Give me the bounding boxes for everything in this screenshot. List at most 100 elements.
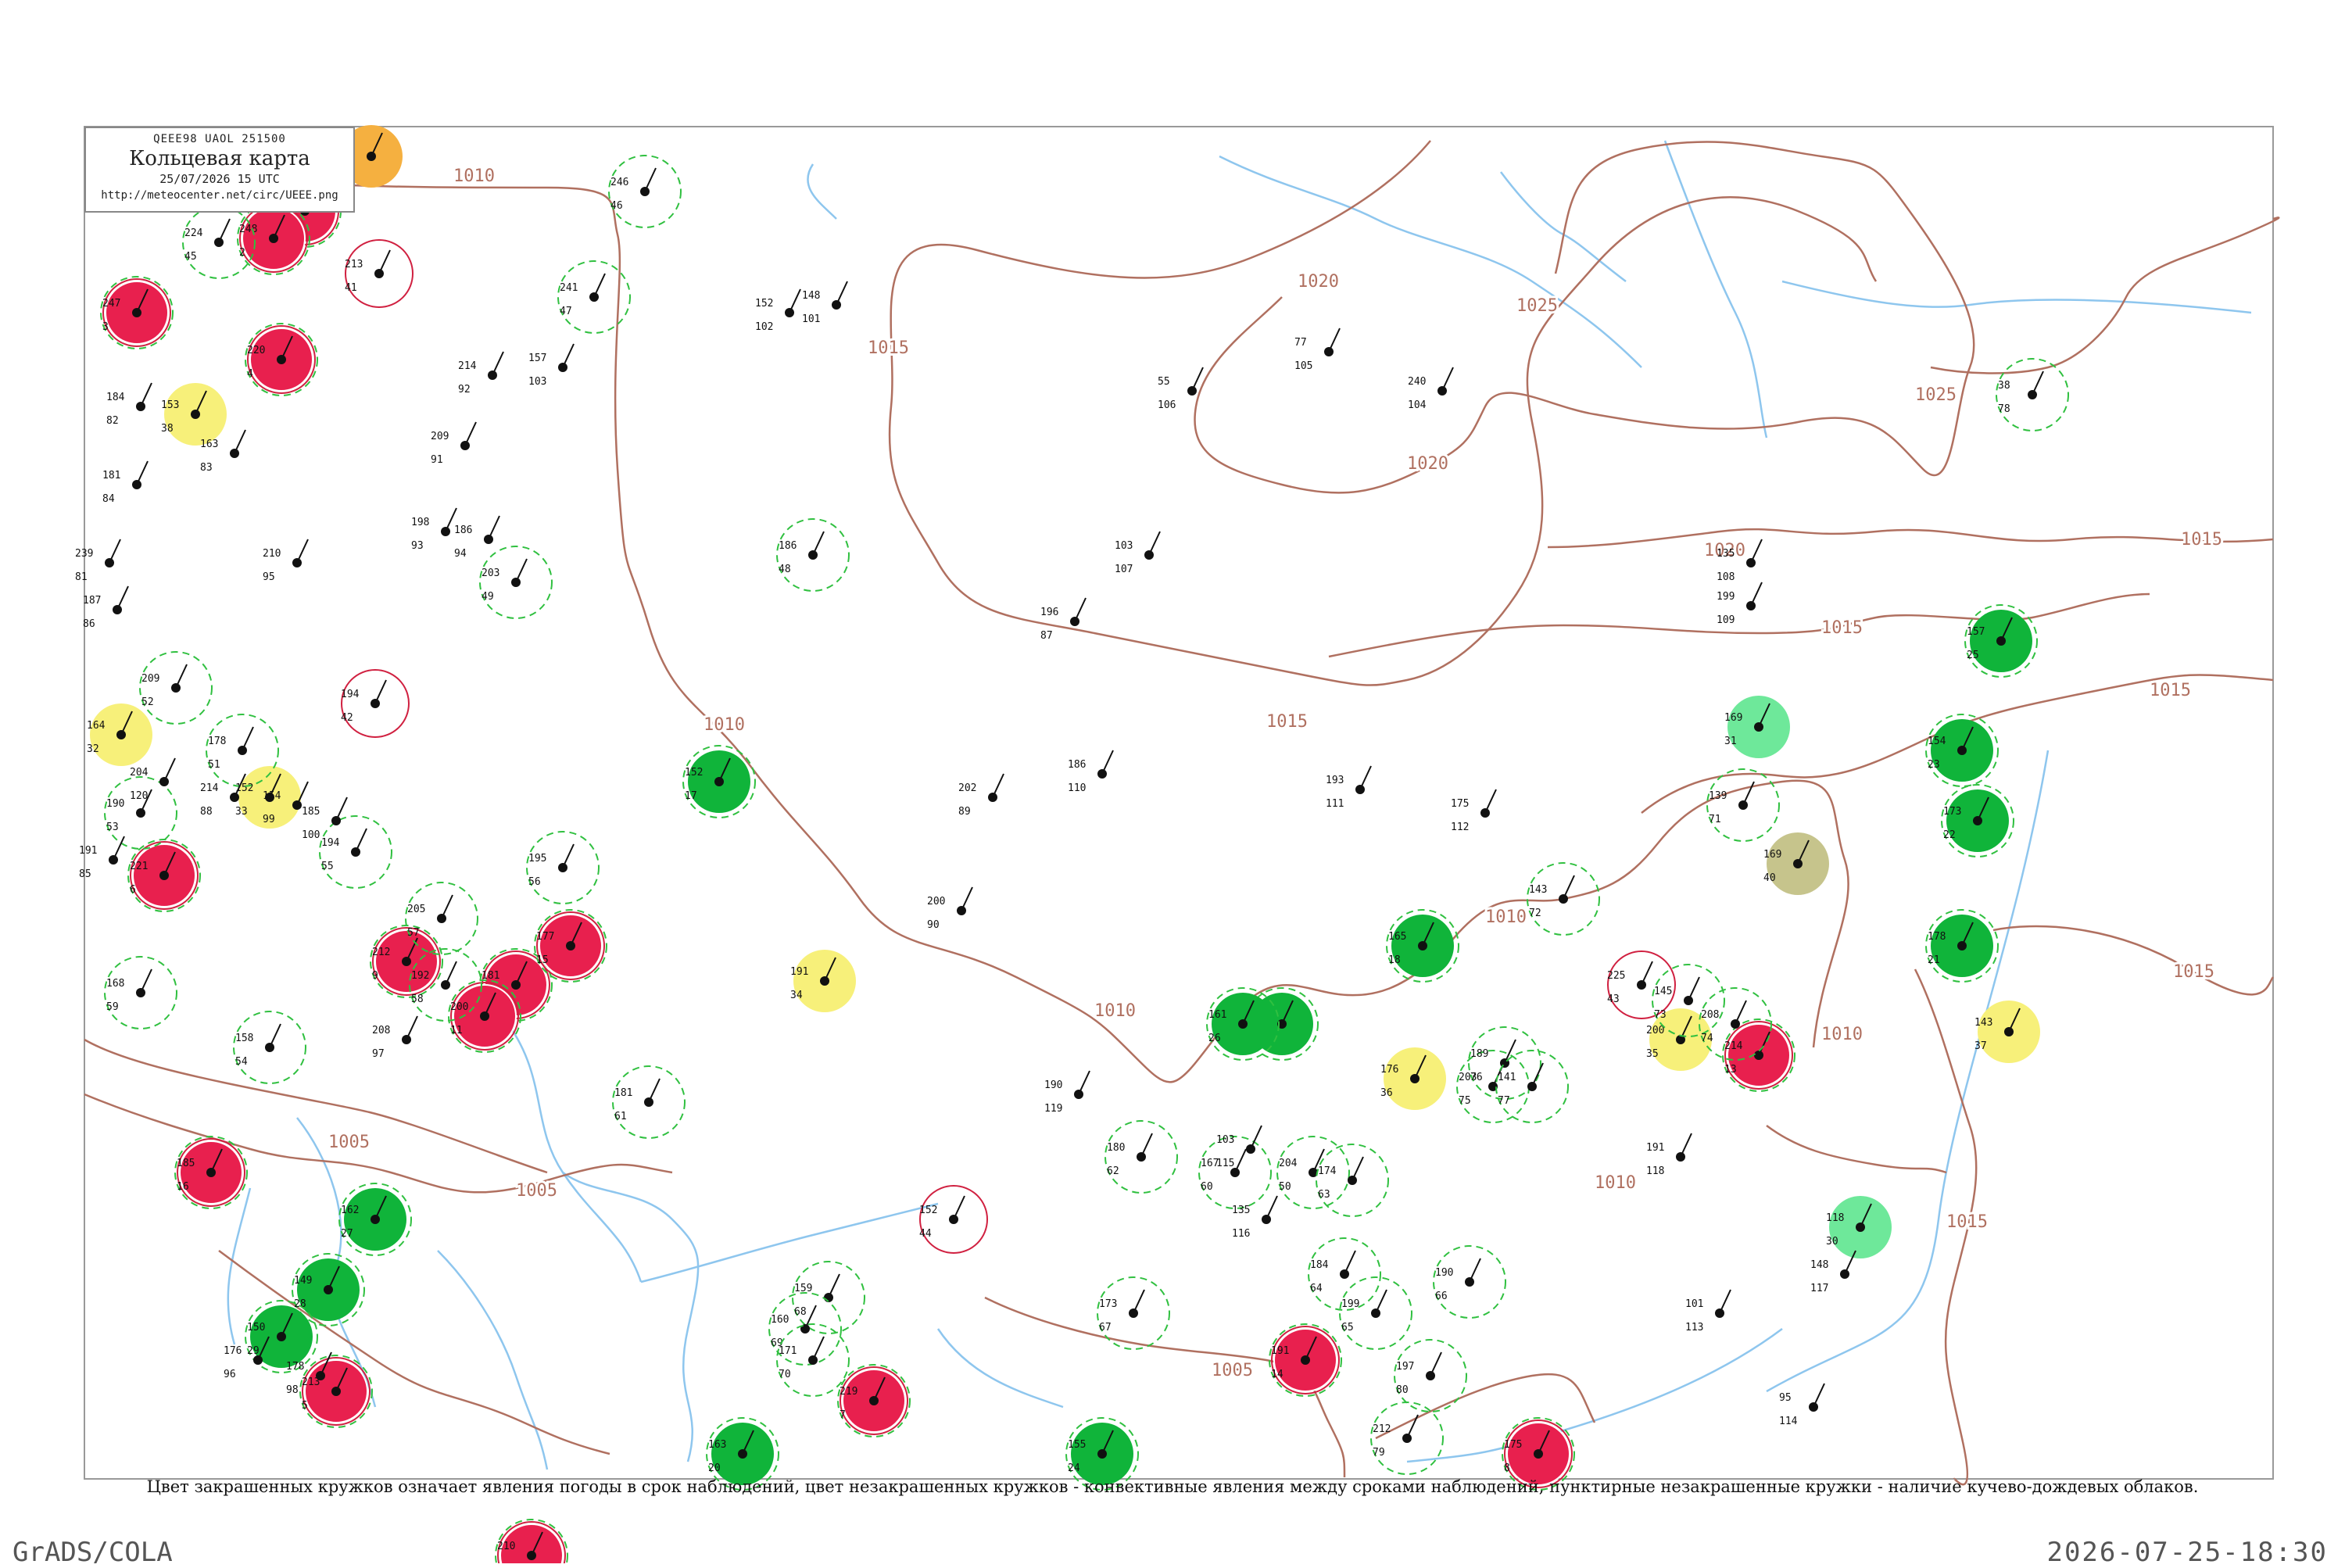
- station-dash[interactable]: 190 66: [1433, 1245, 1506, 1319]
- station-green[interactable]: 154 23: [1925, 714, 1999, 787]
- station-red[interactable]: 185 16: [174, 1136, 248, 1209]
- station-dash[interactable]: 246 46: [608, 155, 682, 228]
- station-red[interactable]: 214 13: [1722, 1018, 1795, 1092]
- station-plain[interactable]: 191 85: [79, 836, 125, 880]
- station-top-value: 155: [1068, 1439, 1086, 1451]
- station-dash[interactable]: 209 52: [139, 651, 213, 725]
- station-plain[interactable]: 148 117: [1810, 1250, 1856, 1294]
- station-green[interactable]: 178 21: [1925, 909, 1999, 983]
- station-top-value: 195: [528, 853, 546, 865]
- station-yellow[interactable]: 164 32: [87, 703, 152, 766]
- station-plain[interactable]: 214 92: [458, 351, 504, 396]
- station-lightgreen[interactable]: 118 30: [1826, 1196, 1892, 1258]
- station-plain[interactable]: 210 95: [263, 539, 309, 583]
- station-bl-value: 16: [177, 1181, 189, 1193]
- station-dash[interactable]: 143 72: [1527, 862, 1600, 936]
- station-dash[interactable]: 178 51: [206, 714, 279, 787]
- station-dash[interactable]: 197 80: [1394, 1339, 1467, 1412]
- station-green[interactable]: 165 18: [1386, 909, 1459, 983]
- station-top-value: 214: [200, 782, 219, 794]
- station-dash[interactable]: 180 62: [1104, 1120, 1178, 1194]
- station-red[interactable]: 212 9: [370, 925, 443, 998]
- station-dash[interactable]: 194 55: [319, 815, 392, 889]
- station-plain[interactable]: 240 104: [1408, 367, 1454, 411]
- station-yellow[interactable]: 191 34: [790, 950, 856, 1012]
- station-plain[interactable]: 103 107: [1115, 531, 1161, 575]
- station-plain[interactable]: 187 86: [83, 585, 129, 630]
- station-green[interactable]: 157 25: [1964, 604, 2038, 678]
- station-bl-value: 14: [1271, 1369, 1283, 1380]
- station-bl-value: 24: [1068, 1462, 1080, 1474]
- station-green[interactable]: 152 17: [682, 745, 756, 818]
- station-dash[interactable]: 141 77: [1495, 1050, 1569, 1123]
- station-top-value: 191: [79, 845, 97, 857]
- station-plain[interactable]: 208 97: [372, 1015, 418, 1060]
- station-dash[interactable]: 190 53: [104, 776, 177, 850]
- station-dash[interactable]: 181 61: [612, 1065, 686, 1139]
- station-plain[interactable]: 196 87: [1040, 597, 1087, 642]
- station-red[interactable]: 21012: [495, 1519, 568, 1563]
- station-plain[interactable]: 152 102: [755, 288, 801, 333]
- station-plain[interactable]: 77 105: [1294, 328, 1341, 372]
- station-plain[interactable]: 190 119: [1044, 1070, 1090, 1115]
- station-plain[interactable]: 186 110: [1068, 750, 1114, 794]
- station-plain[interactable]: 157 103: [528, 343, 575, 388]
- station-green[interactable]: 162 27: [338, 1183, 412, 1256]
- station-plain[interactable]: 202 89: [958, 773, 1004, 818]
- station-dash[interactable]: 195 56: [526, 831, 600, 904]
- station-bl-value: 118: [1646, 1165, 1664, 1177]
- station-red[interactable]: 191 14: [1269, 1323, 1342, 1397]
- station-red[interactable]: 221 6: [127, 839, 201, 912]
- station-dash[interactable]: 139 71: [1706, 768, 1780, 842]
- station-plain[interactable]: 95 114: [1779, 1383, 1825, 1427]
- station-yellow[interactable]: 153 38: [161, 383, 227, 446]
- station-dash[interactable]: 20375: [1456, 1050, 1530, 1123]
- station-plain[interactable]: 184 82: [106, 382, 152, 427]
- station-dash[interactable]: 158 54: [233, 1011, 306, 1084]
- station-lightgreen[interactable]: 169 31: [1724, 696, 1790, 758]
- station-ring[interactable]: 194 42: [341, 669, 410, 738]
- wind-barb: [234, 429, 246, 454]
- wind-barb: [1344, 1250, 1356, 1275]
- station-red[interactable]: 247 3: [100, 276, 174, 349]
- station-top-value: 197: [1396, 1361, 1414, 1373]
- station-plain[interactable]: 186 94: [454, 515, 500, 560]
- station-dash[interactable]: 212 79: [1370, 1402, 1444, 1475]
- station-plain[interactable]: 175 112: [1451, 789, 1497, 833]
- station-dash[interactable]: 16760: [1198, 1136, 1272, 1209]
- station-yellow[interactable]: 176 36: [1380, 1047, 1446, 1110]
- station-dash[interactable]: 168 59: [104, 956, 177, 1029]
- station-yellow[interactable]: 143 37: [1974, 1001, 2040, 1063]
- station-plain[interactable]: 199 109: [1717, 582, 1763, 626]
- station-red[interactable]: 177 15: [534, 909, 607, 983]
- station-top-value: 214: [1724, 1040, 1743, 1052]
- station-plain[interactable]: 239 81: [75, 539, 121, 583]
- station-top-value: 145: [1654, 986, 1672, 997]
- station-dash[interactable]: 186 48: [776, 518, 850, 592]
- station-ring[interactable]: 213 41: [345, 239, 414, 308]
- station-dash[interactable]: 205 57: [405, 882, 478, 955]
- station-plain[interactable]: 191 118: [1646, 1133, 1692, 1177]
- station-dash[interactable]: 203 49: [479, 546, 553, 619]
- station-plain[interactable]: 198 93: [411, 507, 457, 552]
- station-plain[interactable]: 148 101: [802, 281, 848, 325]
- station-dash[interactable]: 174 63: [1316, 1144, 1389, 1217]
- station-red[interactable]: 220 4: [245, 323, 318, 396]
- station-plain[interactable]: 181 84: [102, 460, 149, 505]
- station-plain[interactable]: 193 111: [1326, 765, 1372, 810]
- station-dash[interactable]: 15968: [792, 1261, 865, 1334]
- station-red[interactable]: 219 7: [837, 1364, 911, 1437]
- station-bl-value: 84: [102, 493, 115, 505]
- station-dash[interactable]: 173 67: [1097, 1276, 1170, 1350]
- station-top-value: 248: [239, 224, 257, 235]
- map-url[interactable]: http://meteocenter.net/circ/UEEE.png: [86, 189, 353, 202]
- station-green[interactable]: 173 22: [1941, 784, 2014, 857]
- station-dash[interactable]: 199 65: [1339, 1276, 1412, 1350]
- station-plain[interactable]: 101 113: [1685, 1289, 1731, 1334]
- station-plain[interactable]: 200 90: [927, 886, 973, 931]
- station-plain[interactable]: 204 120: [130, 757, 176, 802]
- station-top-value: 213: [345, 259, 363, 270]
- station-ring[interactable]: 152 44: [919, 1185, 988, 1254]
- station-olive[interactable]: 169 40: [1763, 832, 1829, 895]
- station-plain[interactable]: 209 91: [431, 421, 477, 466]
